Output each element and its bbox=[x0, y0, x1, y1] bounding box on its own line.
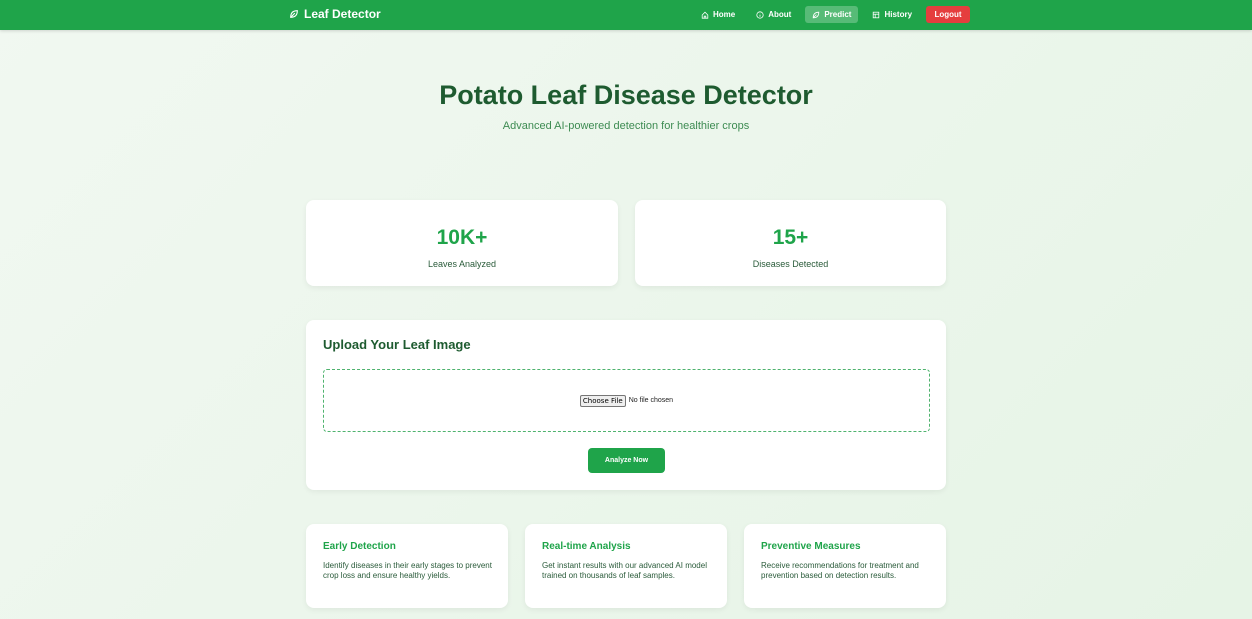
feature-text: Receive recommendations for treatment an… bbox=[761, 561, 919, 580]
feature-text: Identify diseases in their early stages … bbox=[323, 561, 492, 580]
upload-card: Upload Your Leaf Image Choose File No fi… bbox=[306, 320, 946, 490]
home-icon bbox=[701, 11, 709, 19]
feature-title: Early Detection bbox=[323, 541, 396, 552]
page-subtitle: Advanced AI-powered detection for health… bbox=[502, 120, 750, 132]
brand[interactable]: Leaf Detector bbox=[289, 7, 381, 21]
nav-item-history[interactable]: History bbox=[865, 6, 919, 23]
stat-card-diseases: 15+ Diseases Detected bbox=[635, 200, 946, 286]
nav-item-label: About bbox=[768, 10, 792, 19]
info-icon bbox=[756, 10, 764, 19]
choose-file-button[interactable]: Choose File bbox=[579, 394, 626, 407]
nav-item-predict[interactable]: Predict bbox=[805, 6, 859, 23]
nav-links: Home About Predict History Logout bbox=[694, 6, 971, 23]
feature-title: Real-time Analysis bbox=[542, 541, 631, 552]
stat-label: Leaves Analyzed bbox=[427, 259, 497, 269]
stat-value: 10K+ bbox=[436, 226, 488, 249]
navbar: Leaf Detector Home About Predict History… bbox=[0, 0, 1252, 30]
logout-button[interactable]: Logout bbox=[926, 6, 971, 23]
nav-item-home[interactable]: Home bbox=[694, 6, 742, 23]
feature-text: Get instant results with our advanced AI… bbox=[542, 561, 707, 580]
stat-value: 15+ bbox=[772, 226, 809, 249]
brand-name: Leaf Detector bbox=[304, 7, 381, 21]
feature-title: Preventive Measures bbox=[761, 541, 861, 552]
page-title: Potato Leaf Disease Detector bbox=[439, 80, 813, 110]
upload-title: Upload Your Leaf Image bbox=[323, 337, 471, 352]
stat-label: Diseases Detected bbox=[752, 259, 829, 269]
leaf-icon bbox=[813, 11, 820, 18]
analyze-button[interactable]: Analyze Now bbox=[588, 448, 665, 473]
nav-item-label: Home bbox=[713, 10, 736, 19]
history-icon bbox=[873, 11, 880, 18]
feature-card-realtime-analysis: Real-time Analysis Get instant results w… bbox=[525, 524, 727, 608]
file-dropzone[interactable]: Choose File No file chosen bbox=[323, 369, 930, 432]
leaf-icon bbox=[290, 10, 298, 18]
feature-card-early-detection: Early Detection Identify diseases in the… bbox=[306, 524, 508, 608]
stat-card-leaves: 10K+ Leaves Analyzed bbox=[306, 200, 618, 286]
nav-item-label: History bbox=[884, 10, 913, 19]
feature-card-preventive-measures: Preventive Measures Receive recommendati… bbox=[744, 524, 946, 608]
nav-item-about[interactable]: About bbox=[749, 6, 798, 23]
nav-item-label: Predict bbox=[824, 10, 852, 19]
file-status: No file chosen bbox=[628, 397, 674, 404]
